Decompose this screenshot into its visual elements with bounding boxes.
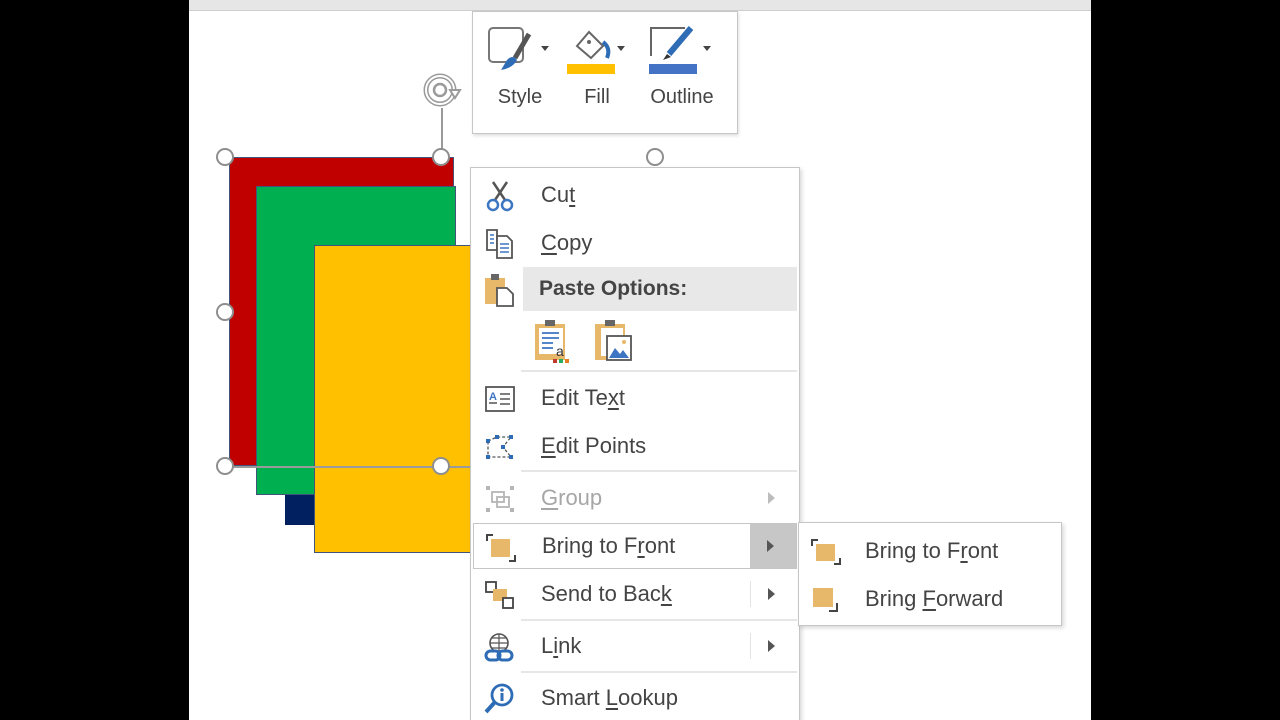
bring-to-front-icon: [811, 539, 841, 565]
svg-text:a: a: [556, 343, 564, 359]
paste-text-icon[interactable]: a: [533, 318, 575, 364]
menu-separator: [521, 470, 797, 472]
menu-item-label: Edit Points: [541, 433, 647, 458]
paste-options-label: Paste Options:: [539, 277, 688, 300]
scissors-icon: [486, 181, 514, 212]
svg-text:A: A: [489, 391, 497, 403]
menu-item-label: Link: [541, 633, 582, 658]
resize-handle-bottom-left[interactable]: [216, 457, 234, 475]
paste-options-header: Paste Options:: [523, 267, 797, 311]
submenu-arrow-icon[interactable]: [768, 588, 775, 600]
bring-forward-icon: [813, 588, 838, 612]
paste-picture-icon[interactable]: [593, 318, 635, 364]
menu-item-bring-to-front[interactable]: Bring to Front: [473, 523, 797, 569]
submenu-arrow-icon: [768, 492, 775, 504]
menu-split-divider: [750, 633, 751, 659]
group-icon: [486, 486, 514, 512]
resize-handle-top-right[interactable]: [646, 148, 664, 166]
submenu-item-label: Bring Forward: [865, 586, 1004, 611]
menu-item-copy[interactable]: Copy: [473, 220, 797, 266]
fill-label: Fill: [584, 86, 610, 108]
menu-separator: [521, 619, 797, 621]
submenu-item-bring-forward[interactable]: Bring Forward: [801, 575, 1059, 621]
resize-handle-top-left[interactable]: [216, 148, 234, 166]
menu-item-label: Send to Back: [541, 581, 672, 606]
link-icon: [484, 633, 514, 662]
menu-item-link[interactable]: Link: [473, 623, 797, 669]
menu-item-send-to-back[interactable]: Send to Back: [473, 571, 797, 617]
shape-yellow-rectangle[interactable]: [314, 245, 484, 553]
send-to-back-icon: [485, 581, 514, 609]
menu-item-label: Cut: [541, 182, 576, 207]
mini-toolbar: Style Fill Outline: [472, 11, 738, 134]
resize-handle-bottom-middle[interactable]: [432, 457, 450, 475]
outline-button[interactable]: Outline: [639, 22, 725, 122]
menu-item-label: Group: [541, 485, 603, 510]
menu-item-group: Group: [473, 475, 797, 521]
style-label: Style: [497, 86, 543, 108]
menu-item-edit-points[interactable]: Edit Points: [473, 423, 797, 469]
edit-points-icon: [486, 435, 513, 459]
menu-item-label: Smart Lookup: [541, 685, 678, 710]
menu-item-label: Copy: [541, 230, 593, 255]
submenu-arrow-icon[interactable]: [768, 640, 775, 652]
resize-handle-top-middle[interactable]: [432, 148, 450, 166]
bring-to-front-submenu: Bring to Front Bring Forward: [798, 522, 1062, 626]
ruler-bar: [189, 0, 1091, 11]
menu-item-label: Edit Text: [541, 385, 625, 410]
menu-separator: [521, 370, 797, 372]
paste-icon: [485, 274, 514, 307]
menu-item-label: Bring to Front: [542, 533, 676, 558]
context-menu: Cut Copy Paste Options: a A Edit Text Ed…: [470, 167, 800, 720]
menu-item-smart-lookup[interactable]: Smart Lookup: [473, 675, 797, 720]
copy-icon: [486, 229, 513, 259]
outline-label: Outline: [650, 86, 714, 108]
resize-handle-middle-left[interactable]: [216, 303, 234, 321]
submenu-item-bring-to-front[interactable]: Bring to Front: [801, 527, 1059, 573]
smart-lookup-icon: [484, 683, 514, 714]
menu-split-divider: [750, 581, 751, 607]
menu-item-cut[interactable]: Cut: [473, 172, 797, 218]
style-dropdown-caret[interactable]: [541, 46, 549, 51]
edit-text-icon: A: [485, 386, 515, 412]
fill-dropdown-caret[interactable]: [617, 46, 625, 51]
shape-style-icon: [488, 27, 532, 70]
fill-button[interactable]: Fill: [565, 22, 629, 122]
outline-dropdown-caret[interactable]: [703, 46, 711, 51]
submenu-arrow-icon: [767, 540, 774, 552]
pen-outline-icon: [649, 26, 697, 74]
menu-separator: [521, 671, 797, 673]
bring-to-front-icon: [486, 534, 516, 562]
submenu-item-label: Bring to Front: [865, 538, 999, 563]
menu-item-edit-text[interactable]: A Edit Text: [473, 375, 797, 421]
document-page: Style Fill Outline Cut Copy Paste Option…: [189, 0, 1091, 720]
style-button[interactable]: Style: [485, 22, 555, 122]
paint-bucket-icon: [567, 30, 615, 74]
rotate-handle-icon[interactable]: [420, 68, 464, 112]
